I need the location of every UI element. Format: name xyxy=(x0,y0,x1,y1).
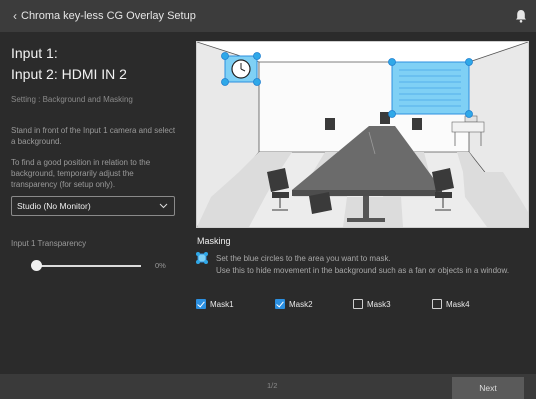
setup-screen: ‹ Chroma key-less CG Overlay Setup Input… xyxy=(0,0,536,399)
mask2-checkbox-box[interactable] xyxy=(275,299,285,309)
masking-title: Masking xyxy=(197,236,231,246)
transparency-value: 0% xyxy=(155,261,166,270)
masking-instructions: Set the blue circles to the area you wan… xyxy=(216,253,526,277)
back-button[interactable]: ‹ xyxy=(13,9,17,23)
transparency-label: Input 1 Transparency xyxy=(11,239,87,248)
background-select[interactable]: Studio (No Monitor) xyxy=(11,196,175,216)
masking-line1: Set the blue circles to the area you wan… xyxy=(216,254,391,263)
mask3-label: Mask3 xyxy=(367,299,391,309)
page-indicator: 1/2 xyxy=(267,381,278,390)
background-select-value: Studio (No Monitor) xyxy=(17,201,91,211)
transparency-slider-track[interactable] xyxy=(37,265,141,267)
instruction-select-background: Stand in front of the Input 1 camera and… xyxy=(11,126,176,146)
page-title: Chroma key-less CG Overlay Setup xyxy=(21,10,196,22)
instruction-adjust-transparency: To find a good position in relation to t… xyxy=(11,158,151,189)
mask2-label: Mask2 xyxy=(289,299,313,309)
mask-icon xyxy=(196,252,208,264)
mask1-checkbox[interactable]: Mask1 xyxy=(196,299,234,309)
mask4-label: Mask4 xyxy=(446,299,470,309)
background-preview[interactable] xyxy=(196,41,529,228)
transparency-slider-thumb[interactable] xyxy=(31,260,42,271)
room-illustration xyxy=(197,42,528,227)
setting-label: Setting : Background and Masking xyxy=(11,95,133,104)
input2-label: Input 2: HDMI IN 2 xyxy=(11,66,127,82)
mask2-checkbox[interactable]: Mask2 xyxy=(275,299,313,309)
mask1-checkbox-box[interactable] xyxy=(196,299,206,309)
mask4-checkbox[interactable]: Mask4 xyxy=(432,299,470,309)
mask3-checkbox[interactable]: Mask3 xyxy=(353,299,391,309)
mask4-checkbox-box[interactable] xyxy=(432,299,442,309)
next-button[interactable]: Next xyxy=(452,377,524,399)
input1-label: Input 1: xyxy=(11,45,58,61)
bell-icon[interactable] xyxy=(515,9,527,23)
masking-line2: Use this to hide movement in the backgro… xyxy=(216,266,510,275)
mask1-label: Mask1 xyxy=(210,299,234,309)
title-bar: ‹ Chroma key-less CG Overlay Setup xyxy=(0,0,536,32)
chevron-down-icon xyxy=(159,203,168,209)
mask3-checkbox-box[interactable] xyxy=(353,299,363,309)
